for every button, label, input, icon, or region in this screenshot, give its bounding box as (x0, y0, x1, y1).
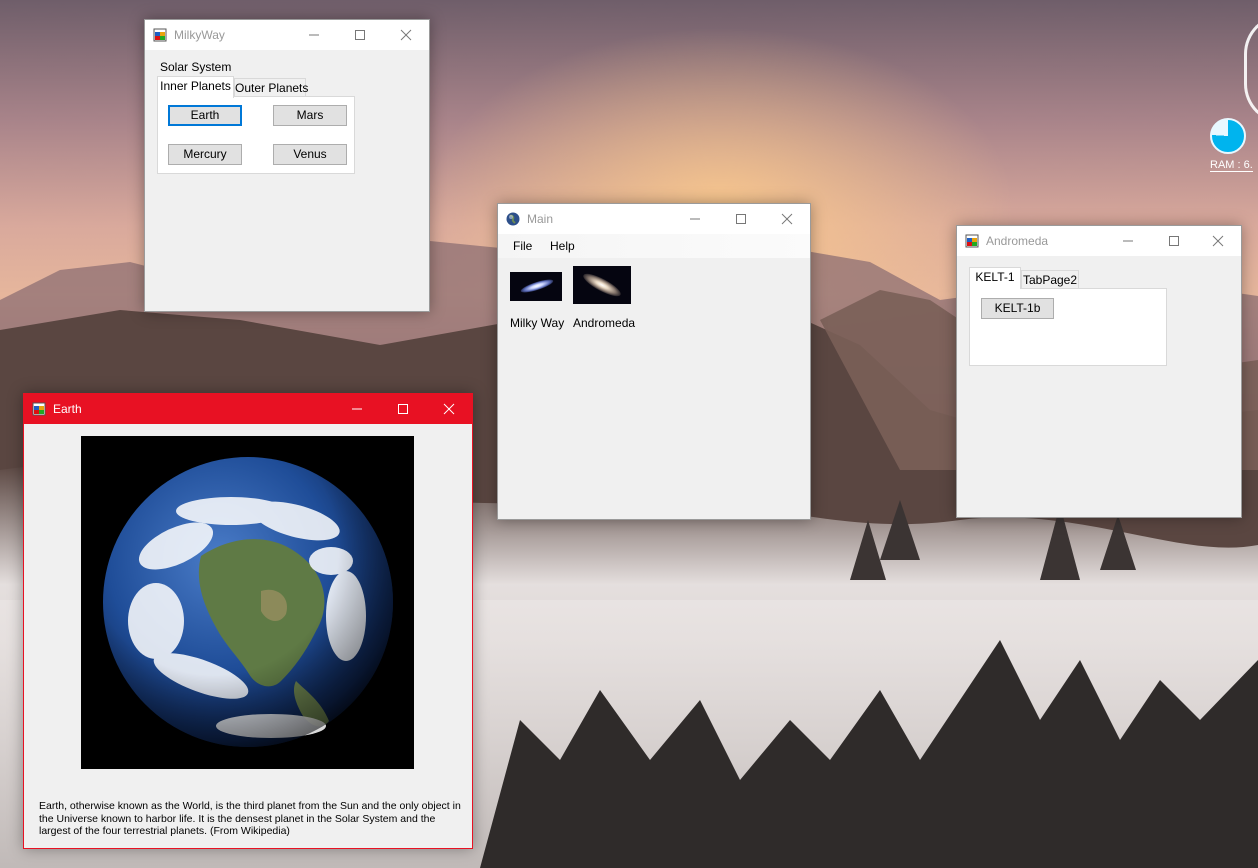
ram-usage-label: RAM : 6. (1210, 159, 1253, 172)
close-icon (443, 403, 455, 415)
maximize-icon (1169, 236, 1179, 246)
maximize-button[interactable] (337, 20, 383, 50)
tab-tabpage2[interactable]: TabPage2 (1021, 270, 1079, 289)
kelt-1b-button[interactable]: KELT-1b (981, 298, 1054, 319)
earth-button[interactable]: Earth (168, 105, 242, 126)
minimize-button[interactable] (1105, 226, 1151, 256)
close-button[interactable] (1195, 226, 1241, 256)
main-window: Main File Help Milky Way Andromeda (497, 203, 811, 520)
milkyway-window: MilkyWay Solar System Inner Planets Oute… (144, 19, 430, 312)
andromeda-label[interactable]: Andromeda (573, 316, 635, 330)
minimize-button[interactable] (334, 394, 380, 424)
menu-help[interactable]: Help (550, 239, 575, 253)
menu-file[interactable]: File (513, 239, 532, 253)
venus-button[interactable]: Venus (273, 144, 347, 165)
maximize-button[interactable] (1151, 226, 1197, 256)
earth-globe-image (81, 436, 414, 769)
ram-usage-gauge-icon (1210, 118, 1246, 154)
window-title: Andromeda (986, 234, 1049, 248)
minimize-button[interactable] (291, 20, 337, 50)
maximize-button[interactable] (380, 394, 426, 424)
maximize-button[interactable] (718, 204, 764, 234)
andromeda-galaxy-thumbnail[interactable] (573, 266, 631, 304)
window-title: Earth (53, 402, 82, 416)
close-button[interactable] (383, 20, 429, 50)
main-title-bar[interactable]: Main (498, 204, 810, 234)
close-icon (400, 29, 412, 41)
mercury-button[interactable]: Mercury (168, 144, 242, 165)
earth-window: Earth Earth, otherwise known as the Worl… (23, 393, 473, 849)
maximize-icon (736, 214, 746, 224)
milky-way-galaxy-thumbnail[interactable] (510, 272, 562, 301)
inner-planets-tabpage: Earth Mars Mercury Venus (157, 96, 355, 174)
kelt-1-tabpage: KELT-1b (969, 288, 1167, 366)
andromeda-title-bar[interactable]: Andromeda (957, 226, 1241, 256)
close-button[interactable] (764, 204, 810, 234)
minimize-icon (309, 34, 319, 36)
minimize-button[interactable] (672, 204, 718, 234)
solar-system-label: Solar System (160, 60, 232, 74)
earth-app-icon (506, 212, 520, 226)
milky-way-label[interactable]: Milky Way (510, 316, 564, 330)
milkyway-title-bar[interactable]: MilkyWay (145, 20, 429, 50)
app-form-icon (153, 28, 167, 42)
earth-description: Earth, otherwise known as the World, is … (39, 800, 461, 838)
maximize-icon (355, 30, 365, 40)
tab-kelt-1[interactable]: KELT-1 (969, 267, 1021, 289)
minimize-icon (690, 218, 700, 220)
maximize-icon (398, 404, 408, 414)
tab-inner-planets[interactable]: Inner Planets (157, 76, 234, 98)
minimize-icon (352, 408, 362, 410)
tab-outer-planets[interactable]: Outer Planets (234, 78, 308, 97)
mars-button[interactable]: Mars (273, 105, 347, 126)
earth-title-bar[interactable]: Earth (24, 394, 472, 424)
window-title: MilkyWay (174, 28, 225, 42)
close-icon (781, 213, 793, 225)
close-button[interactable] (426, 394, 472, 424)
minimize-icon (1123, 240, 1133, 242)
close-icon (1212, 235, 1224, 247)
window-title: Main (527, 212, 554, 226)
app-form-icon (32, 402, 46, 416)
menu-bar: File Help (498, 234, 810, 258)
andromeda-window: Andromeda KELT-1 TabPage2 KELT-1b (956, 225, 1242, 518)
app-form-icon (965, 234, 979, 248)
